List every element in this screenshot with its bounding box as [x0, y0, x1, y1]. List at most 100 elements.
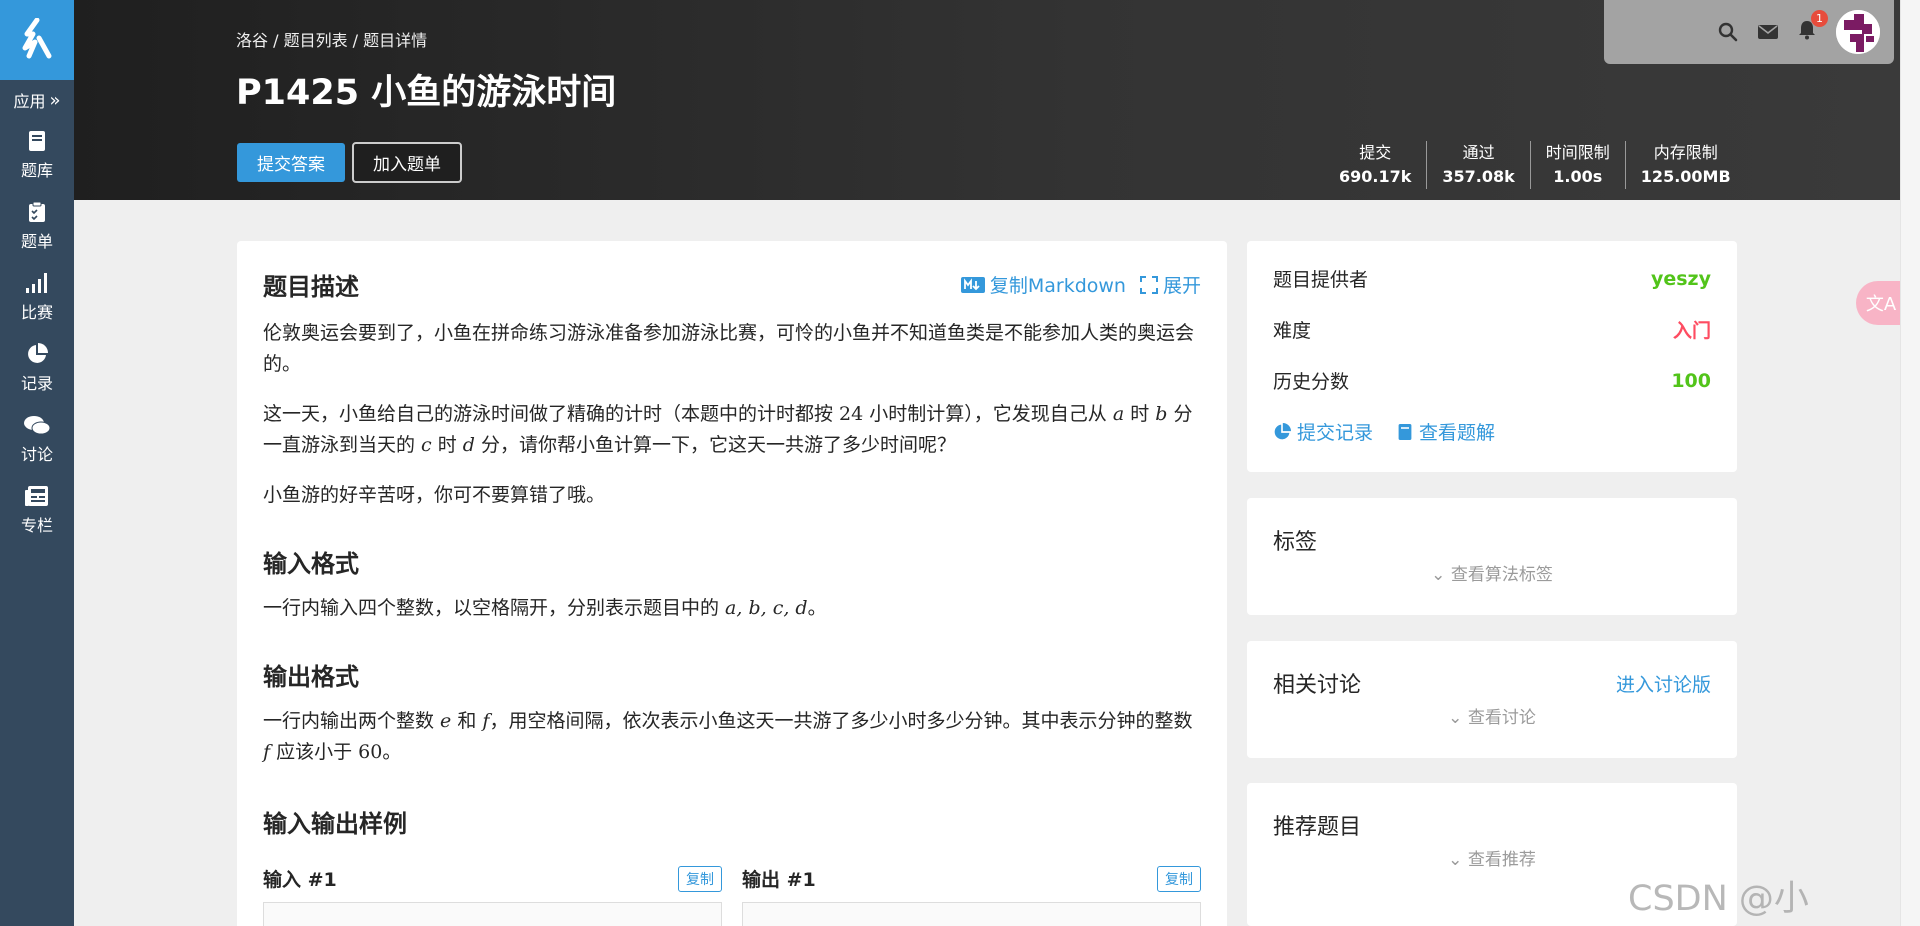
sidebar-item-articles[interactable]: 专栏 — [0, 475, 74, 546]
copy-markdown-label: 复制Markdown — [989, 275, 1126, 297]
luogu-logo-icon — [22, 18, 52, 59]
chevron-down-icon: ⌄ — [1448, 850, 1463, 870]
pie-chart-icon — [1274, 422, 1291, 439]
copy-sample-output-button[interactable]: 复制 — [1157, 865, 1201, 892]
chevron-down-icon: ⌄ — [1448, 708, 1463, 728]
input-format-heading: 输入格式 — [263, 550, 359, 578]
double-chevron-right-icon: » — [49, 89, 61, 111]
sidebar-item-label: 题库 — [20, 161, 53, 180]
sample-input-block: 输入 #1 复制 — [263, 865, 722, 926]
show-discussion-link[interactable]: ⌄ 查看讨论 — [1273, 703, 1711, 728]
description-paragraph-1: 伦敦奥运会要到了，小鱼在拼命练习游泳准备参加游泳比赛，可怜的小鱼并不知道鱼类是不… — [263, 322, 1195, 375]
stat-accepted: 通过 357.08k — [1426, 141, 1529, 189]
chat-icon — [24, 416, 51, 435]
copy-sample-input-button[interactable]: 复制 — [678, 865, 722, 892]
enter-forum-link[interactable]: 进入讨论版 — [1616, 670, 1711, 697]
translate-icon: 文A — [1865, 294, 1897, 315]
provider-row: 题目提供者 yeszy — [1273, 265, 1711, 292]
copy-markdown-link[interactable]: 复制Markdown — [960, 271, 1126, 298]
difficulty-value: 入门 — [1672, 320, 1711, 342]
stat-label: 内存限制 — [1653, 143, 1718, 162]
search-icon[interactable] — [1718, 22, 1738, 42]
sample-output-block: 输出 #1 复制 — [742, 865, 1201, 926]
sample-input-label: 输入 #1 — [263, 869, 337, 891]
stat-value: 1.00s — [1553, 167, 1603, 186]
show-recommend-link[interactable]: ⌄ 查看推荐 — [1273, 845, 1711, 870]
stat-label: 提交 — [1359, 143, 1392, 162]
watermark: CSDN @小 — [1628, 879, 1809, 919]
apps-label: 应用 — [13, 92, 46, 111]
problem-header: 洛谷 / 题目列表 / 题目详情 P1425 小鱼的游泳时间 提交答案 加入题单… — [74, 0, 1900, 200]
apps-toggle[interactable]: 应用 » — [0, 80, 74, 120]
mail-icon[interactable] — [1758, 24, 1778, 40]
sidebar-item-label: 比赛 — [20, 303, 53, 322]
expand-label: 展开 — [1162, 275, 1201, 297]
breadcrumb[interactable]: 洛谷 / 题目列表 / 题目详情 — [236, 27, 427, 51]
sidebar-item-contests[interactable]: 比赛 — [0, 262, 74, 333]
sidebar-item-problems[interactable]: 题库 — [0, 120, 74, 191]
discussion-card: 相关讨论 进入讨论版 ⌄ 查看讨论 — [1247, 641, 1737, 758]
problem-info-card: 题目提供者 yeszy 难度 入门 历史分数 100 提交记录 查看题解 — [1247, 241, 1737, 472]
luogu-logo[interactable] — [0, 0, 74, 80]
problem-content-card: 题目描述 复制Markdown 展开 伦敦奥运会要到了，小鱼在拼命练习游泳准备参… — [237, 241, 1227, 926]
sidebar-item-discuss[interactable]: 讨论 — [0, 404, 74, 475]
discussion-heading: 相关讨论 — [1273, 673, 1362, 698]
sidebar-item-label: 讨论 — [20, 445, 53, 464]
book-icon — [1398, 423, 1412, 440]
sidebar: 应用 » 题库 题单 比赛 记录 讨论 专栏 — [0, 0, 74, 926]
submission-records-link[interactable]: 提交记录 — [1273, 418, 1373, 445]
view-solutions-label: 查看题解 — [1419, 422, 1496, 444]
show-tags-label: 查看算法标签 — [1450, 565, 1553, 585]
view-solutions-link[interactable]: 查看题解 — [1397, 418, 1495, 445]
sidebar-item-lists[interactable]: 题单 — [0, 191, 74, 262]
score-label: 历史分数 — [1273, 371, 1350, 393]
recommend-heading: 推荐题目 — [1273, 815, 1362, 840]
stat-value: 125.00MB — [1640, 167, 1731, 186]
avatar-image — [1836, 10, 1880, 54]
difficulty-label: 难度 — [1273, 320, 1312, 342]
submit-answer-button[interactable]: 提交答案 — [237, 143, 345, 182]
page-scrollbar[interactable] — [1900, 0, 1920, 926]
clipboard-icon — [29, 201, 45, 222]
notification-button[interactable]: 1 — [1798, 10, 1828, 44]
sample-output-label: 输出 #1 — [742, 869, 816, 891]
input-format-text: 一行内输入四个整数，以空格隔开，分别表示题目中的 a, b, c, d。 — [263, 597, 827, 619]
score-row: 历史分数 100 — [1273, 367, 1711, 394]
sidebar-item-label: 题单 — [20, 232, 53, 251]
problem-stats: 提交 690.17k 通过 357.08k 时间限制 1.00s 内存限制 12… — [1324, 141, 1746, 189]
stat-label: 时间限制 — [1545, 143, 1610, 162]
notification-badge: 1 — [1811, 10, 1828, 27]
add-to-list-button[interactable]: 加入题单 — [352, 142, 462, 183]
difficulty-row: 难度 入门 — [1273, 316, 1711, 343]
description-paragraph-2: 这一天，小鱼给自己的游泳时间做了精确的计时（本题中的计时都按 24 小时制计算）… — [263, 403, 1193, 456]
output-format-text: 一行内输出两个整数 e 和 f，用空格间隔，依次表示小鱼这天一共游了多少小时多少… — [263, 710, 1193, 763]
page-title: P1425 小鱼的游泳时间 — [236, 73, 617, 113]
markdown-icon — [960, 276, 985, 293]
tags-heading: 标签 — [1273, 530, 1318, 555]
expand-icon — [1139, 275, 1158, 294]
newspaper-icon — [25, 486, 48, 506]
show-tags-link[interactable]: ⌄ 查看算法标签 — [1273, 560, 1711, 585]
stat-time-limit: 时间限制 1.00s — [1529, 141, 1625, 189]
bar-chart-icon — [26, 273, 47, 293]
description-heading: 题目描述 — [263, 273, 359, 301]
translate-float-button[interactable]: 文A — [1856, 281, 1906, 325]
stat-memory-limit: 内存限制 125.00MB — [1624, 141, 1746, 189]
book-icon — [29, 131, 45, 151]
sidebar-item-records[interactable]: 记录 — [0, 333, 74, 404]
submission-records-label: 提交记录 — [1297, 422, 1374, 444]
expand-link[interactable]: 展开 — [1139, 271, 1201, 298]
sidebar-item-label: 记录 — [20, 374, 53, 393]
stat-value: 357.08k — [1442, 167, 1515, 186]
user-panel: 1 — [1604, 0, 1894, 64]
stat-value: 690.17k — [1339, 167, 1412, 186]
chevron-down-icon: ⌄ — [1431, 565, 1446, 585]
score-value: 100 — [1671, 369, 1711, 392]
stat-submissions: 提交 690.17k — [1324, 141, 1426, 189]
sidebar-item-label: 专栏 — [20, 516, 53, 535]
show-recommend-label: 查看推荐 — [1467, 850, 1536, 870]
show-discussion-label: 查看讨论 — [1467, 708, 1536, 728]
provider-name[interactable]: yeszy — [1651, 268, 1711, 290]
stat-label: 通过 — [1462, 143, 1495, 162]
avatar[interactable] — [1836, 10, 1880, 54]
